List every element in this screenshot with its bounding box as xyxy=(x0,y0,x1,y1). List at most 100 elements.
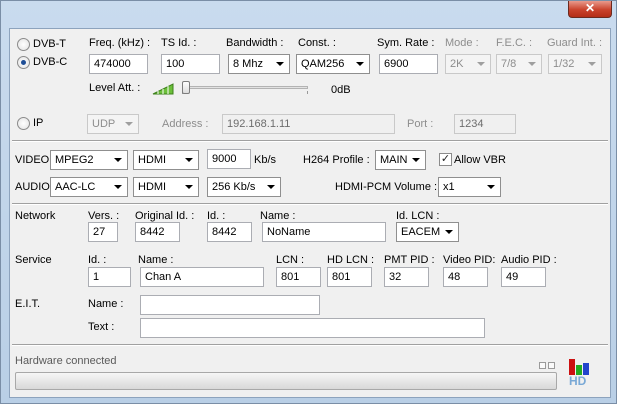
close-button[interactable]: ✕ xyxy=(568,1,612,18)
service-hd-lcn-input[interactable]: 801 xyxy=(327,267,372,287)
address-input: 192.168.1.11 xyxy=(222,114,395,134)
network-vers-input[interactable]: 27 xyxy=(88,222,118,242)
bandwidth-value: 8 Mhz xyxy=(233,58,263,70)
hdmi-pcm-select[interactable]: x1 xyxy=(438,177,501,197)
fec-value: 7/8 xyxy=(501,58,517,70)
level-att-label: Level Att. : xyxy=(89,82,141,94)
network-name-input[interactable]: NoName xyxy=(262,222,386,242)
fec-header: F.E.C. : xyxy=(496,37,533,49)
service-label: Service xyxy=(15,254,52,266)
chevron-down-icon xyxy=(412,158,420,162)
mode-select: 2K xyxy=(445,54,491,74)
service-video-pid-label: Video PID: xyxy=(443,254,496,266)
audio-bitrate-select[interactable]: 256 Kb/s xyxy=(207,177,281,197)
address-label: Address : xyxy=(162,118,209,130)
service-name-label: Name : xyxy=(138,254,174,266)
close-icon: ✕ xyxy=(584,1,596,15)
freq-input[interactable]: 474000 xyxy=(89,54,148,74)
service-lcn-label: LCN : xyxy=(276,254,305,266)
led-indicator xyxy=(539,362,546,369)
level-att-slider[interactable] xyxy=(182,81,190,94)
bandwidth-header: Bandwidth : xyxy=(226,37,284,49)
signal-strength-icon xyxy=(152,83,174,95)
level-att-value: 0dB xyxy=(331,84,351,96)
video-input-select[interactable]: HDMI xyxy=(133,150,199,170)
service-audio-pid-input[interactable]: 49 xyxy=(501,267,546,287)
checkmark-icon: ✓ xyxy=(440,153,451,165)
network-id-input[interactable]: 8442 xyxy=(207,222,252,242)
chevron-down-icon xyxy=(185,158,193,162)
mode-header: Mode : xyxy=(445,37,479,49)
service-lcn-input[interactable]: 801 xyxy=(276,267,321,287)
guard-value: 1/32 xyxy=(553,58,575,70)
audio-input-value: HDMI xyxy=(138,181,167,193)
chevron-down-icon xyxy=(445,230,453,234)
eit-text-input[interactable] xyxy=(140,318,485,338)
const-select[interactable]: QAM256 xyxy=(296,54,370,74)
allow-vbr-label: Allow VBR xyxy=(454,154,506,166)
network-label: Network xyxy=(15,210,56,222)
h264-profile-select[interactable]: MAIN xyxy=(375,150,426,170)
app-window: ✕ DVB-T DVB-C Freq. (kHz) : TS Id. : Ban… xyxy=(0,0,617,404)
ip-protocol-value: UDP xyxy=(92,118,116,130)
chevron-down-icon xyxy=(528,62,536,66)
eit-name-label: Name : xyxy=(88,298,124,310)
chevron-down-icon xyxy=(114,185,122,189)
guard-select: 1/32 xyxy=(548,54,602,74)
service-pmt-pid-input[interactable]: 32 xyxy=(384,267,429,287)
bandwidth-select[interactable]: 8 Mhz xyxy=(228,54,290,74)
video-codec-value: MPEG2 xyxy=(55,154,94,166)
service-id-label: Id. : xyxy=(88,254,107,266)
audio-bitrate-value: 256 Kb/s xyxy=(212,181,256,193)
chevron-down-icon xyxy=(356,62,364,66)
video-bitrate-input[interactable]: 9000 xyxy=(207,149,251,169)
service-video-pid-input[interactable]: 48 xyxy=(443,267,488,287)
divider xyxy=(12,140,608,142)
sym-rate-header: Sym. Rate : xyxy=(377,37,435,49)
led-indicator xyxy=(548,362,555,369)
port-label: Port : xyxy=(407,118,434,130)
network-orig-id-input[interactable]: 8442 xyxy=(135,222,180,242)
audio-codec-value: AAC-LC xyxy=(55,181,96,193)
video-codec-select[interactable]: MPEG2 xyxy=(50,150,128,170)
chevron-down-icon xyxy=(125,122,133,126)
h264-profile-label: H264 Profile : xyxy=(303,154,370,166)
h264-profile-value: MAIN xyxy=(380,154,408,166)
chevron-down-icon xyxy=(588,62,596,66)
const-value: QAM256 xyxy=(301,58,345,70)
dvbt-radio[interactable] xyxy=(17,38,30,51)
allow-vbr-checkbox[interactable]: ✓ xyxy=(439,153,452,166)
const-header: Const. : xyxy=(298,37,336,49)
service-pmt-pid-label: PMT PID : xyxy=(384,254,435,266)
ts-id-input[interactable]: 100 xyxy=(161,54,220,74)
service-hd-lcn-label: HD LCN : xyxy=(327,254,375,266)
sym-rate-input[interactable]: 6900 xyxy=(379,54,438,74)
chevron-down-icon xyxy=(477,62,485,66)
dvbt-label: DVB-T xyxy=(33,38,66,50)
freq-header: Freq. (kHz) : xyxy=(89,37,151,49)
divider xyxy=(12,344,608,346)
level-att-track xyxy=(182,86,308,89)
eit-text-label: Text : xyxy=(88,321,115,333)
chevron-down-icon xyxy=(114,158,122,162)
network-id-lcn-select[interactable]: EACEM xyxy=(396,222,459,242)
chevron-down-icon xyxy=(185,185,193,189)
dvbc-radio[interactable] xyxy=(17,56,30,69)
video-bitrate-unit: Kb/s xyxy=(254,154,277,166)
logo-bar-red xyxy=(569,359,575,375)
status-text: Hardware connected xyxy=(15,355,117,367)
dvbc-label: DVB-C xyxy=(33,56,68,68)
service-id-input[interactable]: 1 xyxy=(88,267,131,287)
service-name-input[interactable]: Chan A xyxy=(140,267,264,287)
chevron-down-icon xyxy=(276,62,284,66)
audio-input-select[interactable]: HDMI xyxy=(133,177,199,197)
audio-codec-select[interactable]: AAC-LC xyxy=(50,177,128,197)
fec-select: 7/8 xyxy=(496,54,542,74)
eit-name-input[interactable] xyxy=(140,295,320,315)
network-id-lcn-value: EACEM xyxy=(401,226,441,238)
hd-logo-text: HD xyxy=(569,374,587,388)
video-label: VIDEO xyxy=(15,154,50,166)
level-att-ticks xyxy=(182,91,308,94)
ip-protocol-select: UDP xyxy=(87,114,139,134)
ip-radio[interactable] xyxy=(17,117,30,130)
